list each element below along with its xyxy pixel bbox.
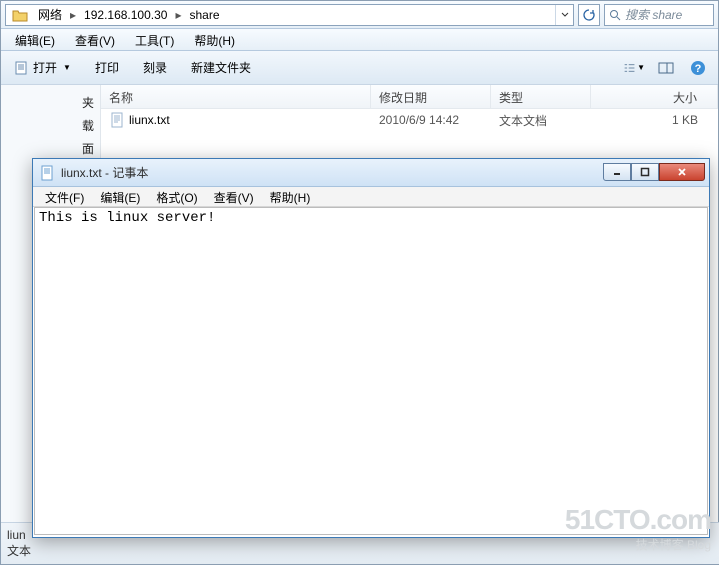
menu-file[interactable]: 文件(F) [37, 187, 92, 206]
search-placeholder: 搜索 share [625, 6, 682, 23]
menu-view[interactable]: 查看(V) [206, 187, 262, 206]
chevron-down-icon: ▼ [63, 63, 71, 72]
print-button[interactable]: 打印 [91, 57, 123, 78]
sidebar-item[interactable]: 夹 [5, 91, 96, 114]
menu-view[interactable]: 查看(V) [65, 29, 125, 50]
column-size[interactable]: 大小 [591, 85, 718, 108]
preview-pane-button[interactable] [654, 57, 678, 79]
menu-format[interactable]: 格式(O) [148, 187, 205, 206]
help-button[interactable]: ? [686, 57, 710, 79]
file-size: 1 KB [591, 111, 718, 129]
sidebar-item[interactable]: 面 [5, 137, 96, 160]
view-options-button[interactable]: ▼ [622, 57, 646, 79]
document-icon [13, 60, 29, 76]
search-icon [609, 9, 621, 21]
file-name: liunx.txt [129, 113, 170, 127]
maximize-icon [640, 167, 650, 177]
column-name[interactable]: 名称 [101, 85, 371, 108]
address-dropdown-button[interactable] [555, 5, 573, 25]
chevron-down-icon [561, 11, 569, 19]
text-file-icon [109, 112, 125, 128]
menu-bar: 编辑(E) 查看(V) 工具(T) 帮助(H) [1, 29, 718, 51]
crumb-share[interactable]: share [184, 5, 226, 25]
minimize-button[interactable] [603, 163, 631, 181]
sidebar-item[interactable]: 载 [5, 114, 96, 137]
maximize-button[interactable] [631, 163, 659, 181]
close-icon [676, 167, 688, 177]
menu-edit[interactable]: 编辑(E) [92, 187, 148, 206]
minimize-icon [612, 167, 622, 177]
column-headers: 名称 修改日期 类型 大小 [101, 85, 718, 109]
menu-help[interactable]: 帮助(H) [262, 187, 319, 206]
notepad-window: liunx.txt - 记事本 文件(F) 编辑(E) 格式(O) 查看(V) … [32, 158, 710, 538]
toolbar: 打开 ▼ 打印 刻录 新建文件夹 ▼ ? [1, 51, 718, 85]
menu-edit[interactable]: 编辑(E) [5, 29, 65, 50]
breadcrumb[interactable]: 网络 ▸ 192.168.100.30 ▸ share [5, 4, 574, 26]
notepad-icon [39, 165, 55, 181]
table-row[interactable]: liunx.txt 2010/6/9 14:42 文本文档 1 KB [101, 109, 718, 131]
open-button[interactable]: 打开 ▼ [9, 57, 75, 78]
folder-icon [12, 8, 28, 22]
file-type: 文本文档 [491, 110, 591, 131]
chevron-right-icon: ▸ [173, 8, 183, 22]
svg-text:?: ? [695, 63, 702, 75]
refresh-button[interactable] [578, 4, 600, 26]
new-folder-button[interactable]: 新建文件夹 [187, 57, 255, 78]
window-title: liunx.txt - 记事本 [61, 164, 597, 181]
menu-tools[interactable]: 工具(T) [125, 29, 184, 50]
burn-button[interactable]: 刻录 [139, 57, 171, 78]
list-icon [623, 61, 636, 75]
status-filetype: 文本 [7, 543, 714, 559]
crumb-network[interactable]: 网络 [32, 5, 68, 25]
column-type[interactable]: 类型 [491, 85, 591, 108]
crumb-ip[interactable]: 192.168.100.30 [78, 5, 173, 25]
menu-help[interactable]: 帮助(H) [184, 29, 245, 50]
text-editor[interactable] [34, 207, 708, 535]
file-date: 2010/6/9 14:42 [371, 111, 491, 129]
notepad-menu-bar: 文件(F) 编辑(E) 格式(O) 查看(V) 帮助(H) [33, 187, 709, 207]
title-bar[interactable]: liunx.txt - 记事本 [33, 159, 709, 187]
search-input[interactable]: 搜索 share [604, 4, 714, 26]
close-button[interactable] [659, 163, 705, 181]
address-bar: 网络 ▸ 192.168.100.30 ▸ share 搜索 share [1, 1, 718, 29]
pane-icon [658, 61, 674, 75]
column-date[interactable]: 修改日期 [371, 85, 491, 108]
help-icon: ? [690, 60, 706, 76]
refresh-icon [582, 8, 596, 22]
chevron-right-icon: ▸ [68, 8, 78, 22]
